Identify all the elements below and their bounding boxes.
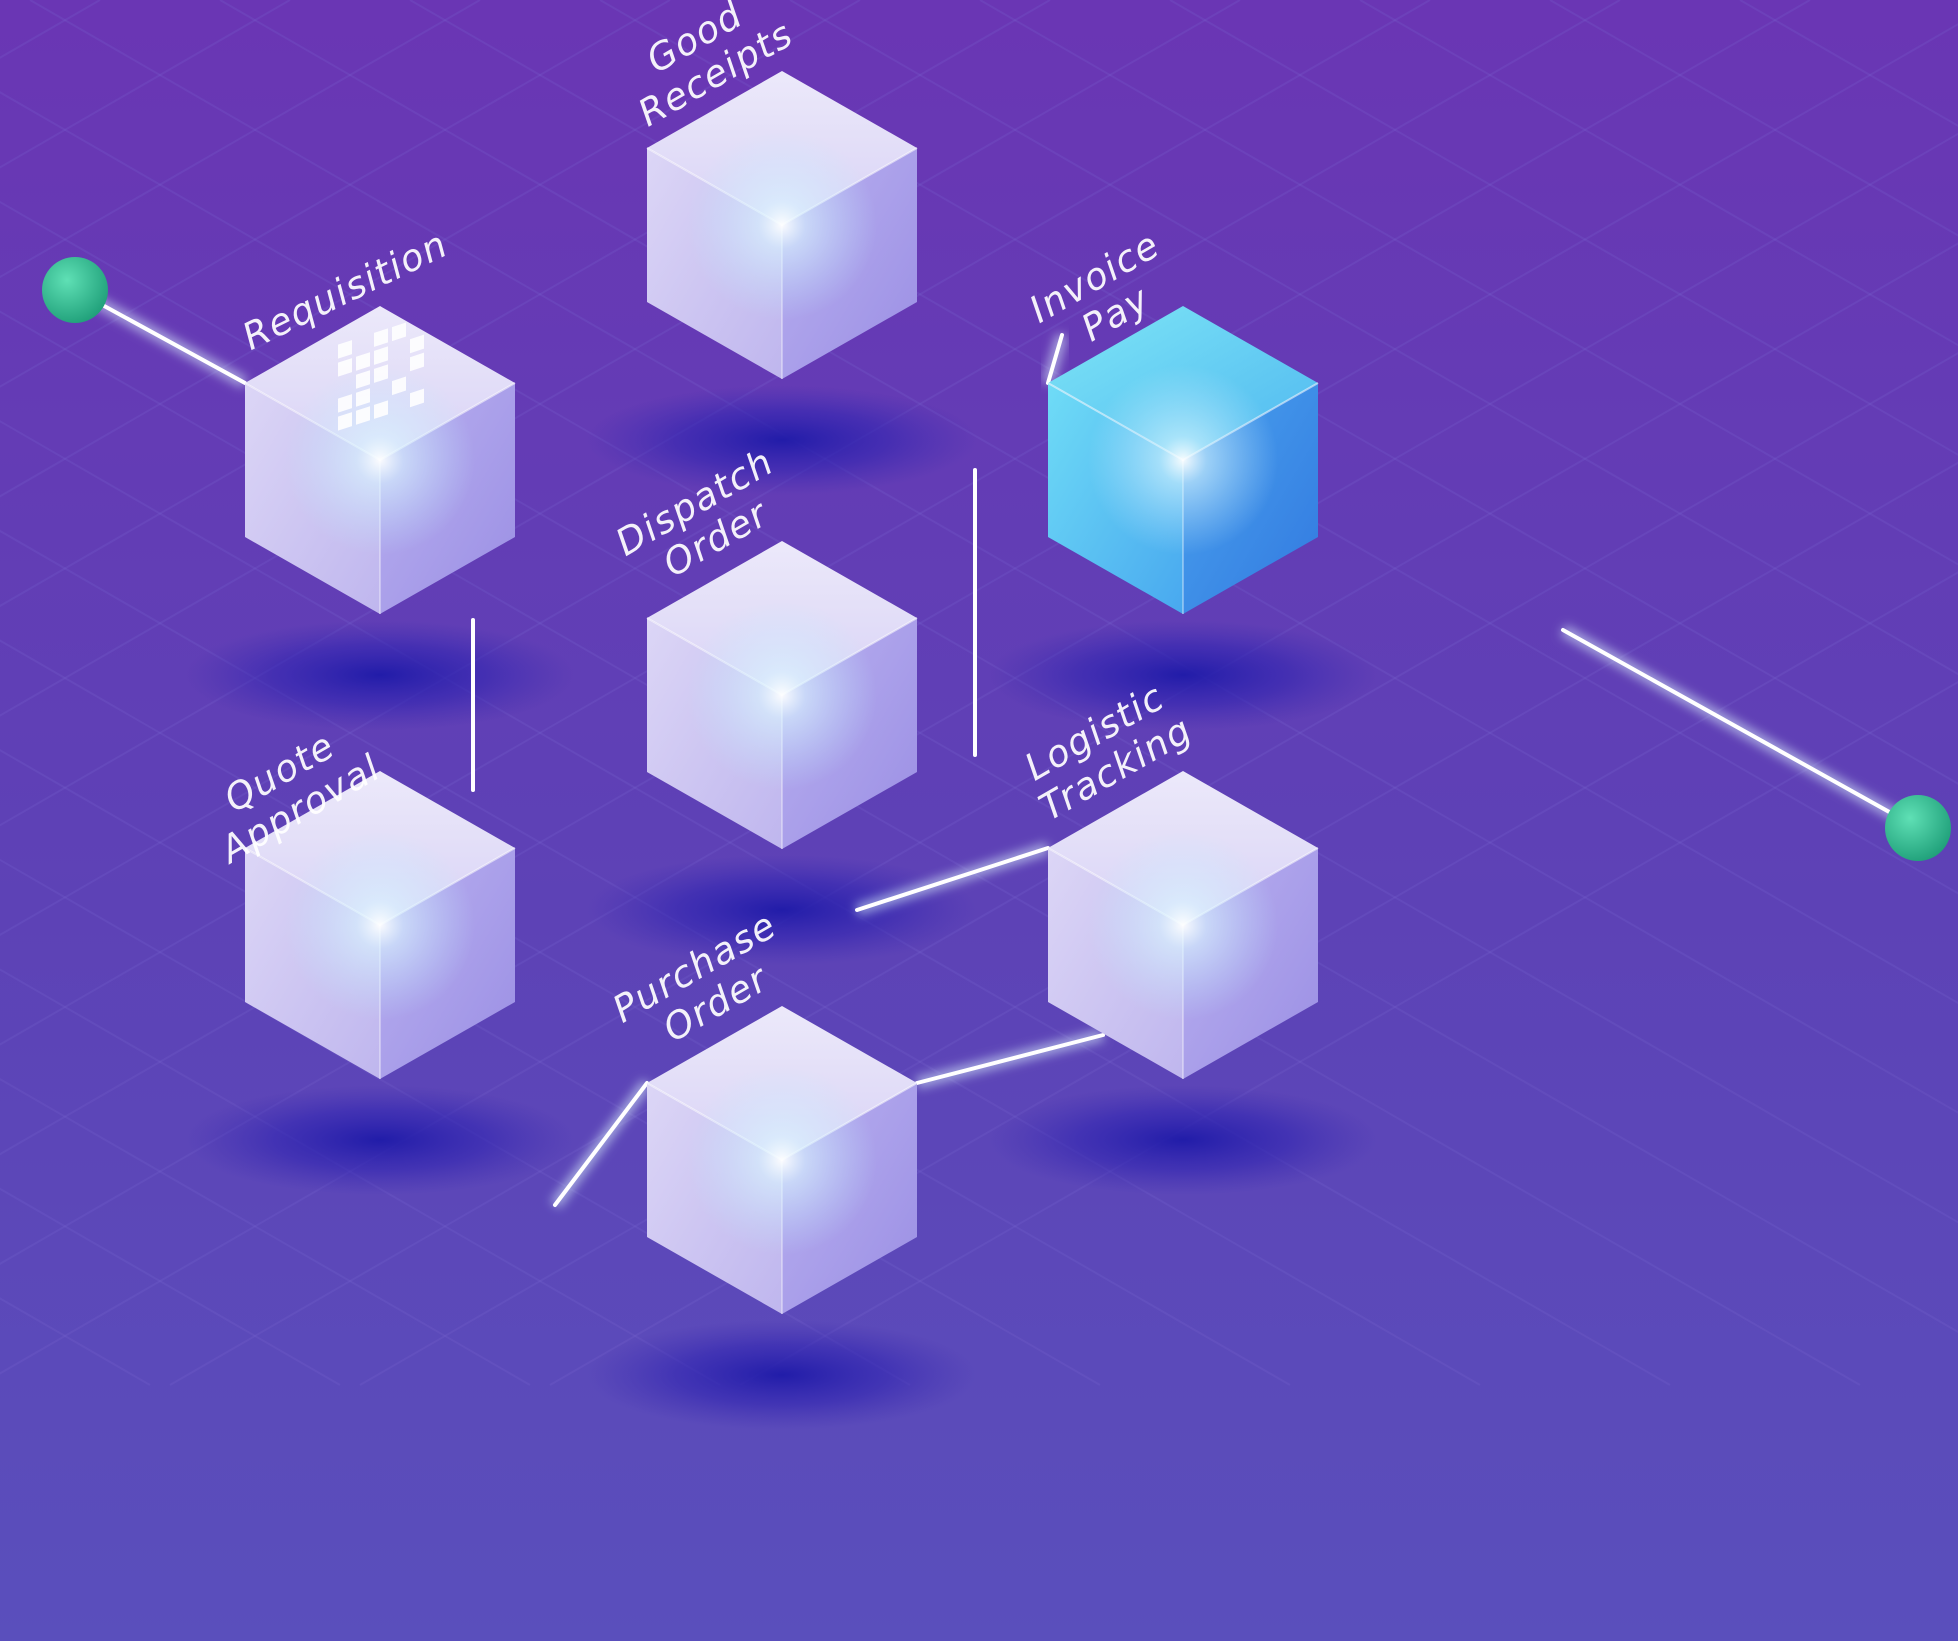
blockchain-process-diagram: Requisition Quote Approval Purchase Order Log… [0, 0, 1958, 1641]
cube-shadow-good-receipts [587, 385, 977, 495]
endpoint-end [1885, 795, 1951, 861]
cube-core-glow [687, 1065, 877, 1255]
cube-shadow-requisition [185, 620, 575, 730]
cube-shadow-invoice-pay [988, 620, 1378, 730]
cube-core-glow [285, 830, 475, 1020]
cube-shadow-quote-approval [185, 1085, 575, 1195]
cube-shadow-logistic-tracking [988, 1085, 1378, 1195]
cube-core-glow [285, 365, 475, 555]
cube-core-glow [1088, 365, 1278, 555]
cube-core-glow [687, 600, 877, 790]
cube-shadow-purchase-order [587, 1320, 977, 1430]
cube-core-glow [1088, 830, 1278, 1020]
diagram-canvas: RequisitionQuoteApprovalPurchaseOrderLog… [0, 0, 1958, 1641]
endpoint-start [42, 257, 108, 323]
cube-shadow-dispatch-order [587, 855, 977, 965]
cube-core-glow [687, 130, 877, 320]
